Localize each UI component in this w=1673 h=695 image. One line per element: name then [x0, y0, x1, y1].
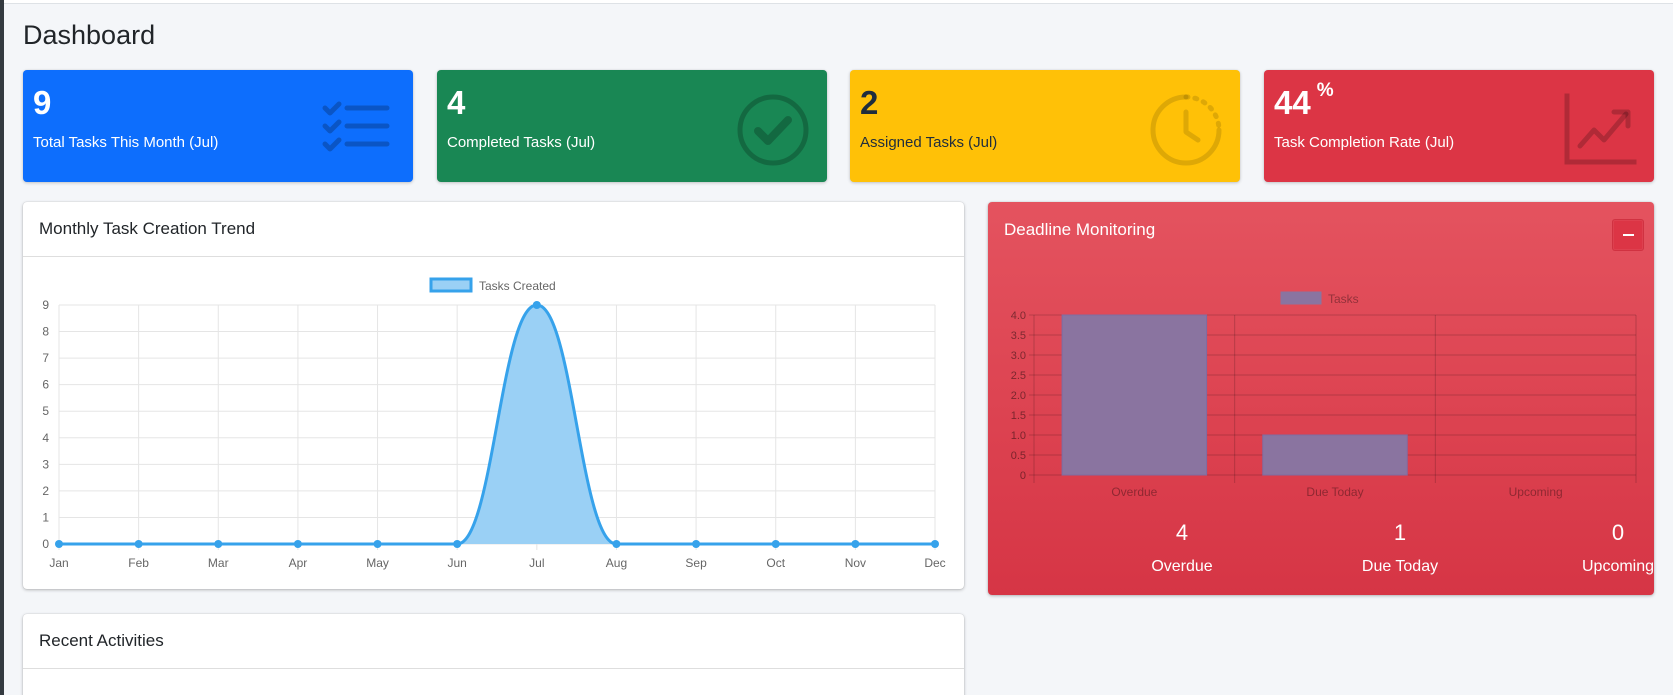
x-tick-label: Apr: [289, 556, 308, 570]
x-tick-label: May: [366, 556, 389, 570]
summary-label: Upcoming: [1581, 558, 1655, 575]
y-tick-label: 4: [42, 431, 49, 445]
x-tick-label: Jan: [49, 556, 68, 570]
deadline-summary: 4 Overdue 1 Due Today 0 Upcoming: [988, 520, 1654, 590]
x-tick-label: Aug: [606, 556, 627, 570]
data-point: [134, 540, 143, 548]
stat-completed-tasks[interactable]: 4 Completed Tasks (Jul): [437, 70, 827, 182]
y-tick-label: 8: [42, 325, 49, 339]
data-point: [214, 540, 223, 548]
data-point: [532, 301, 541, 309]
minus-icon: [1622, 234, 1634, 236]
y-tick-label: 3: [42, 457, 49, 471]
stat-label: Task Completion Rate (Jul): [1274, 134, 1455, 151]
stat-value: 2: [860, 84, 879, 121]
y-tick-label: 0: [1020, 470, 1026, 482]
legend-swatch: [1280, 291, 1322, 305]
bar: [1061, 314, 1208, 476]
chart-line-icon: [1562, 92, 1638, 168]
data-point: [453, 540, 462, 548]
y-tick-label: 3.0: [1011, 350, 1026, 362]
deadline-card: Deadline Monitoring Tasks 0 0.5 1.0 1.5 2.0 2.…: [988, 202, 1654, 595]
stat-value: 9: [33, 84, 52, 121]
summary-label: Overdue: [1151, 558, 1213, 575]
page-title: Dashboard: [23, 20, 156, 50]
trend-chart: Tasks Created 0 1 2 3 4 5 6 7 8 9 Jan Feb Mar Apr May Ju…: [42, 277, 946, 570]
data-point: [293, 540, 302, 548]
trend-card: Monthly Task Creation Trend Tasks Create…: [23, 202, 964, 589]
summary-value: 4: [1175, 520, 1189, 545]
y-tick-label: 2.5: [1011, 370, 1026, 382]
stat-total-tasks[interactable]: 9 Total Tasks This Month (Jul): [23, 70, 413, 182]
stat-value: 4: [447, 84, 466, 121]
summary-value: 0: [1611, 520, 1625, 545]
data-point: [373, 540, 382, 548]
y-tick-label: 1.0: [1011, 430, 1026, 442]
y-tick-label: 4.0: [1011, 310, 1026, 322]
bar: [1262, 434, 1408, 476]
legend-label: Tasks: [1328, 292, 1359, 306]
y-tick-label: 7: [42, 351, 49, 365]
collapse-button[interactable]: [1612, 219, 1644, 251]
stat-label: Total Tasks This Month (Jul): [33, 134, 219, 151]
y-tick-label: 0.5: [1011, 450, 1026, 462]
deadline-chart: Tasks 0 0.5 1.0 1.5 2.0 2.5 3.0 3.5 4.0 Overdue Due…: [1011, 291, 1637, 499]
data-point: [692, 540, 701, 548]
clock-icon: [1148, 92, 1224, 168]
top-navbar: [4, 0, 1673, 4]
legend-swatch: [429, 277, 473, 293]
y-tick-label: 2: [42, 484, 49, 498]
data-point: [771, 540, 780, 548]
y-tick-label: 2.0: [1011, 390, 1026, 402]
x-tick-label: Nov: [845, 556, 866, 570]
stat-suffix: %: [1316, 80, 1334, 101]
data-point: [55, 540, 63, 548]
y-tick-label: 9: [42, 298, 49, 312]
legend-label: Tasks Created: [479, 279, 556, 293]
sidebar-edge: [0, 0, 4, 695]
stat-label: Assigned Tasks (Jul): [860, 134, 998, 151]
x-tick-label: Overdue: [1111, 485, 1157, 499]
card-title: Monthly Task Creation Trend: [23, 202, 964, 257]
stat-completion-rate[interactable]: 44% Task Completion Rate (Jul): [1264, 70, 1654, 182]
check-circle-icon: [735, 92, 811, 168]
x-tick-label: Mar: [208, 556, 229, 570]
data-point: [612, 540, 621, 548]
card-title: Deadline Monitoring: [1004, 219, 1156, 239]
y-tick-label: 5: [42, 404, 49, 418]
x-tick-label: Due Today: [1306, 485, 1363, 499]
data-point: [931, 540, 939, 548]
summary-label: Due Today: [1361, 558, 1439, 575]
activities-card: Recent Activities: [23, 614, 964, 695]
y-tick-label: 0: [42, 537, 49, 551]
stat-assigned-tasks[interactable]: 2 Assigned Tasks (Jul): [850, 70, 1240, 182]
x-tick-label: Jun: [448, 556, 467, 570]
tasks-icon: [321, 92, 397, 168]
x-tick-label: Sep: [685, 556, 707, 570]
summary-overdue: 4 Overdue: [1102, 520, 1262, 576]
summary-value: 1: [1393, 520, 1407, 545]
x-tick-label: Dec: [924, 556, 945, 570]
x-tick-label: Upcoming: [1509, 485, 1563, 499]
x-tick-label: Feb: [128, 556, 149, 570]
card-title: Recent Activities: [23, 614, 964, 669]
data-point: [851, 540, 860, 548]
summary-due-today: 1 Due Today: [1320, 520, 1480, 576]
stat-label: Completed Tasks (Jul): [447, 134, 596, 151]
x-tick-label: Jul: [529, 556, 544, 570]
y-tick-label: 1: [42, 510, 49, 524]
y-tick-label: 6: [42, 378, 49, 392]
x-tick-label: Oct: [766, 556, 785, 570]
y-tick-label: 3.5: [1011, 330, 1026, 342]
stat-value: 44: [1274, 84, 1311, 121]
y-tick-label: 1.5: [1011, 410, 1026, 422]
summary-upcoming: 0 Upcoming: [1538, 520, 1673, 576]
